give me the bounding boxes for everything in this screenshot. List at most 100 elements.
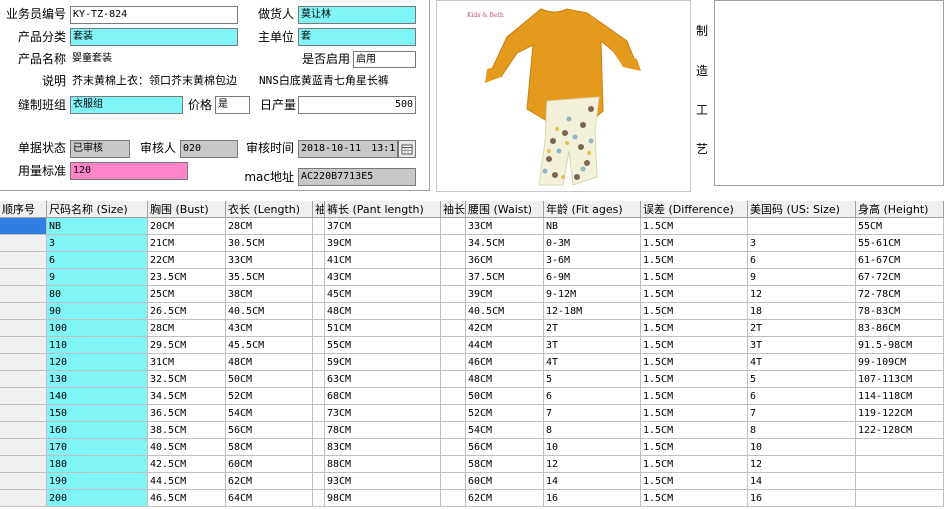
cell-height[interactable]: 83-86CM xyxy=(856,320,944,337)
price-field[interactable]: 是 xyxy=(215,96,250,114)
cell-sleeve-length[interactable] xyxy=(441,439,466,456)
cell-height[interactable]: 99-109CM xyxy=(856,354,944,371)
cell-fit-ages[interactable]: 3T xyxy=(544,337,641,354)
row-selector[interactable] xyxy=(0,405,47,422)
cell-sleeve[interactable] xyxy=(313,405,325,422)
cell-bust[interactable]: 25CM xyxy=(148,286,226,303)
cell-height[interactable]: 72-78CM xyxy=(856,286,944,303)
cell-sleeve[interactable] xyxy=(313,235,325,252)
cell-waist[interactable]: 62CM xyxy=(466,490,544,507)
cell-fit-ages[interactable]: 2T xyxy=(544,320,641,337)
cell-sleeve-length[interactable] xyxy=(441,388,466,405)
cell-pant-length[interactable]: 83CM xyxy=(325,439,441,456)
cell-bust[interactable]: 34.5CM xyxy=(148,388,226,405)
cell-difference[interactable]: 1.5CM xyxy=(641,286,748,303)
cell-us-size[interactable]: 7 xyxy=(748,405,856,422)
row-selector[interactable] xyxy=(0,218,47,235)
cell-us-size[interactable]: 3 xyxy=(748,235,856,252)
cell-size-name[interactable]: 140 xyxy=(47,388,148,405)
cell-us-size[interactable] xyxy=(748,218,856,235)
cell-length[interactable]: 58CM xyxy=(226,439,313,456)
cell-bust[interactable]: 20CM xyxy=(148,218,226,235)
audit-time-field[interactable]: 2018-10-11 13:1 xyxy=(298,140,398,158)
cell-difference[interactable]: 1.5CM xyxy=(641,252,748,269)
cell-pant-length[interactable]: 59CM xyxy=(325,354,441,371)
doc-status-field[interactable]: 已审核 xyxy=(70,140,130,158)
cell-length[interactable]: 43CM xyxy=(226,320,313,337)
cell-size-name[interactable]: NB xyxy=(47,218,148,235)
cell-waist[interactable]: 42CM xyxy=(466,320,544,337)
cell-waist[interactable]: 48CM xyxy=(466,371,544,388)
col-header-height[interactable]: 身高 (Height) xyxy=(856,201,944,218)
cell-size-name[interactable]: 190 xyxy=(47,473,148,490)
cell-difference[interactable]: 1.5CM xyxy=(641,473,748,490)
cell-length[interactable]: 40.5CM xyxy=(226,303,313,320)
cell-waist[interactable]: 37.5CM xyxy=(466,269,544,286)
cell-sleeve-length[interactable] xyxy=(441,303,466,320)
cell-sleeve[interactable] xyxy=(313,473,325,490)
cell-sleeve-length[interactable] xyxy=(441,354,466,371)
maker-field[interactable]: 莫让林 xyxy=(298,6,416,24)
cell-height[interactable]: 122-128CM xyxy=(856,422,944,439)
cell-sleeve[interactable] xyxy=(313,439,325,456)
cell-fit-ages[interactable]: 8 xyxy=(544,422,641,439)
cell-fit-ages[interactable]: 10 xyxy=(544,439,641,456)
cell-us-size[interactable]: 14 xyxy=(748,473,856,490)
cell-difference[interactable]: 1.5CM xyxy=(641,456,748,473)
cell-bust[interactable]: 42.5CM xyxy=(148,456,226,473)
cell-bust[interactable]: 28CM xyxy=(148,320,226,337)
cell-us-size[interactable]: 4T xyxy=(748,354,856,371)
cell-height[interactable] xyxy=(856,456,944,473)
craft-textarea[interactable] xyxy=(714,0,944,186)
cell-length[interactable]: 30.5CM xyxy=(226,235,313,252)
cell-length[interactable]: 28CM xyxy=(226,218,313,235)
cell-waist[interactable]: 60CM xyxy=(466,473,544,490)
cell-length[interactable]: 52CM xyxy=(226,388,313,405)
cell-sleeve[interactable] xyxy=(313,354,325,371)
row-selector[interactable] xyxy=(0,235,47,252)
cell-fit-ages[interactable]: NB xyxy=(544,218,641,235)
cell-waist[interactable]: 54CM xyxy=(466,422,544,439)
cell-bust[interactable]: 44.5CM xyxy=(148,473,226,490)
cell-sleeve[interactable] xyxy=(313,422,325,439)
cell-fit-ages[interactable]: 6 xyxy=(544,388,641,405)
cell-difference[interactable]: 1.5CM xyxy=(641,422,748,439)
row-selector[interactable] xyxy=(0,473,47,490)
cell-sleeve-length[interactable] xyxy=(441,320,466,337)
row-selector[interactable] xyxy=(0,388,47,405)
cell-bust[interactable]: 40.5CM xyxy=(148,439,226,456)
cell-size-name[interactable]: 80 xyxy=(47,286,148,303)
cell-height[interactable]: 107-113CM xyxy=(856,371,944,388)
cell-height[interactable] xyxy=(856,490,944,507)
col-header-difference[interactable]: 误差 (Difference) xyxy=(641,201,748,218)
cell-fit-ages[interactable]: 3-6M xyxy=(544,252,641,269)
cell-sleeve[interactable] xyxy=(313,456,325,473)
cell-height[interactable]: 91.5-98CM xyxy=(856,337,944,354)
auditor-field[interactable]: 020 xyxy=(180,140,238,158)
cell-us-size[interactable]: 18 xyxy=(748,303,856,320)
cell-pant-length[interactable]: 45CM xyxy=(325,286,441,303)
col-header-seq-no[interactable]: 顺序号 xyxy=(0,201,47,218)
row-selector[interactable] xyxy=(0,252,47,269)
col-header-waist[interactable]: 腰围 (Waist) xyxy=(466,201,544,218)
cell-fit-ages[interactable]: 14 xyxy=(544,473,641,490)
row-selector[interactable] xyxy=(0,371,47,388)
cell-waist[interactable]: 40.5CM xyxy=(466,303,544,320)
cell-fit-ages[interactable]: 0-3M xyxy=(544,235,641,252)
row-selector[interactable] xyxy=(0,422,47,439)
cell-bust[interactable]: 23.5CM xyxy=(148,269,226,286)
cell-pant-length[interactable]: 73CM xyxy=(325,405,441,422)
cell-us-size[interactable]: 5 xyxy=(748,371,856,388)
cell-height[interactable]: 119-122CM xyxy=(856,405,944,422)
cell-sleeve-length[interactable] xyxy=(441,405,466,422)
cell-sleeve[interactable] xyxy=(313,252,325,269)
cell-height[interactable]: 55CM xyxy=(856,218,944,235)
cell-length[interactable]: 56CM xyxy=(226,422,313,439)
cell-pant-length[interactable]: 41CM xyxy=(325,252,441,269)
cell-pant-length[interactable]: 88CM xyxy=(325,456,441,473)
row-selector[interactable] xyxy=(0,439,47,456)
cell-length[interactable]: 38CM xyxy=(226,286,313,303)
cell-pant-length[interactable]: 68CM xyxy=(325,388,441,405)
cell-bust[interactable]: 26.5CM xyxy=(148,303,226,320)
description-field[interactable]: 芥末黄棉上衣：领口芥末黄棉包边 NNS白底黄蓝青七角星长裤 xyxy=(70,73,416,90)
